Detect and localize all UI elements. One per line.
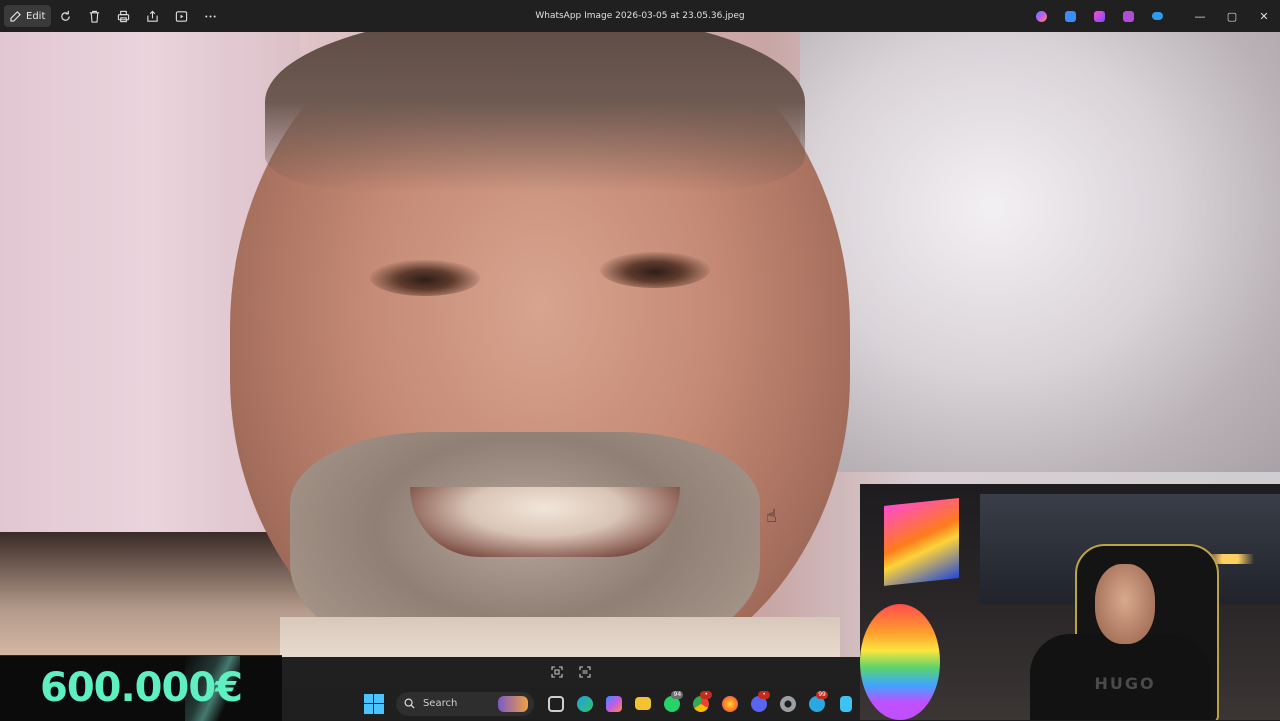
- edge-icon: [577, 695, 594, 712]
- share-button[interactable]: [138, 0, 167, 32]
- start-button[interactable]: [364, 693, 384, 714]
- delete-button[interactable]: [80, 0, 109, 32]
- search-label: Search: [422, 698, 458, 709]
- webcam-shirt-logo: HUGO: [1094, 674, 1156, 693]
- taskbar-task-view[interactable]: [542, 687, 571, 720]
- onedrive-icon: [1152, 12, 1163, 20]
- taskbar-discord[interactable]: •: [744, 687, 773, 720]
- copilot-app-icon: [606, 695, 623, 712]
- designer-button[interactable]: [1056, 0, 1085, 32]
- donation-amount-overlay: 600.000€: [0, 655, 282, 721]
- edit-button[interactable]: Edit: [4, 5, 52, 27]
- taskbar-vpn[interactable]: 99: [802, 687, 831, 720]
- actual-size-icon[interactable]: [579, 666, 591, 678]
- taskbar-edge[interactable]: [571, 687, 600, 720]
- windows-logo-icon: [364, 704, 374, 714]
- clipchamp-icon: [1094, 10, 1105, 22]
- task-view-icon: [548, 695, 565, 712]
- taskbar-settings[interactable]: [773, 687, 802, 720]
- taskbar-file-explorer[interactable]: [628, 687, 657, 720]
- search-icon: [404, 698, 415, 709]
- photo-right-eye: [600, 252, 710, 288]
- taskbar-copilot[interactable]: [600, 687, 629, 720]
- taskbar-search-box[interactable]: Search: [395, 691, 534, 716]
- file-explorer-icon: [634, 697, 651, 710]
- windows-logo-icon: [374, 704, 384, 714]
- print-icon: [118, 10, 130, 22]
- settings-icon: [779, 695, 796, 712]
- webcam-overlay: HUGO: [860, 484, 1280, 720]
- delete-icon: [90, 10, 100, 23]
- more-button[interactable]: [196, 0, 225, 32]
- taskbar-firefox[interactable]: [715, 687, 744, 720]
- designer-icon: [1065, 10, 1076, 22]
- title-bar: Edit WhatsApp Image 2026-03-05 at 23.05.…: [0, 0, 1280, 32]
- webcam-tv-screen: [884, 498, 959, 586]
- video-editor-button[interactable]: [1114, 0, 1143, 32]
- photo-background-artwork: [800, 32, 1280, 472]
- taskbar: Search 94 • • 99: [282, 687, 860, 720]
- fit-to-window-icon[interactable]: [551, 666, 563, 678]
- whatsapp-badge: 94: [671, 691, 684, 699]
- photo-smile: [410, 487, 680, 557]
- vpn-badge: 99: [816, 691, 829, 699]
- taskbar-notepad[interactable]: [831, 687, 860, 720]
- photo-bottom-toolbar: [282, 657, 860, 687]
- rotate-icon: [61, 10, 71, 21]
- firefox-icon: [721, 695, 738, 712]
- photo-hair: [265, 32, 805, 192]
- video-editor-icon: [1123, 10, 1134, 22]
- photo-shirt-collar: [280, 617, 840, 657]
- discord-badge: •: [758, 691, 771, 699]
- chrome-badge: •: [700, 691, 713, 699]
- notepad-icon: [839, 695, 852, 712]
- share-icon: [147, 10, 159, 22]
- webcam-rainbow-ball: [860, 604, 940, 720]
- copilot-icon: [1036, 10, 1047, 22]
- donation-amount: 600.000€: [39, 665, 243, 711]
- slideshow-button[interactable]: [167, 0, 196, 32]
- photo-left-eye: [370, 260, 480, 296]
- copilot-button[interactable]: [1027, 0, 1056, 32]
- windows-logo-icon: [374, 693, 384, 703]
- onedrive-button[interactable]: [1143, 0, 1172, 32]
- windows-logo-icon: [364, 693, 374, 703]
- taskbar-whatsapp[interactable]: 94: [657, 687, 686, 720]
- close-button[interactable]: ✕: [1248, 0, 1280, 32]
- edit-label: Edit: [26, 10, 46, 22]
- hand-cursor-icon: ☝: [766, 506, 777, 527]
- search-highlight-icon: [497, 695, 528, 712]
- webcam-person-head: [1095, 564, 1155, 644]
- rotate-button[interactable]: [51, 0, 80, 32]
- clipchamp-button[interactable]: [1085, 0, 1114, 32]
- minimize-button[interactable]: —: [1184, 0, 1216, 32]
- photo-background-couch: [0, 532, 320, 657]
- taskbar-chrome[interactable]: •: [686, 687, 715, 720]
- slideshow-icon: [176, 10, 188, 22]
- more-icon: [205, 14, 217, 18]
- print-button[interactable]: [109, 0, 138, 32]
- edit-icon: [10, 10, 21, 22]
- maximize-button[interactable]: ▢: [1216, 0, 1248, 32]
